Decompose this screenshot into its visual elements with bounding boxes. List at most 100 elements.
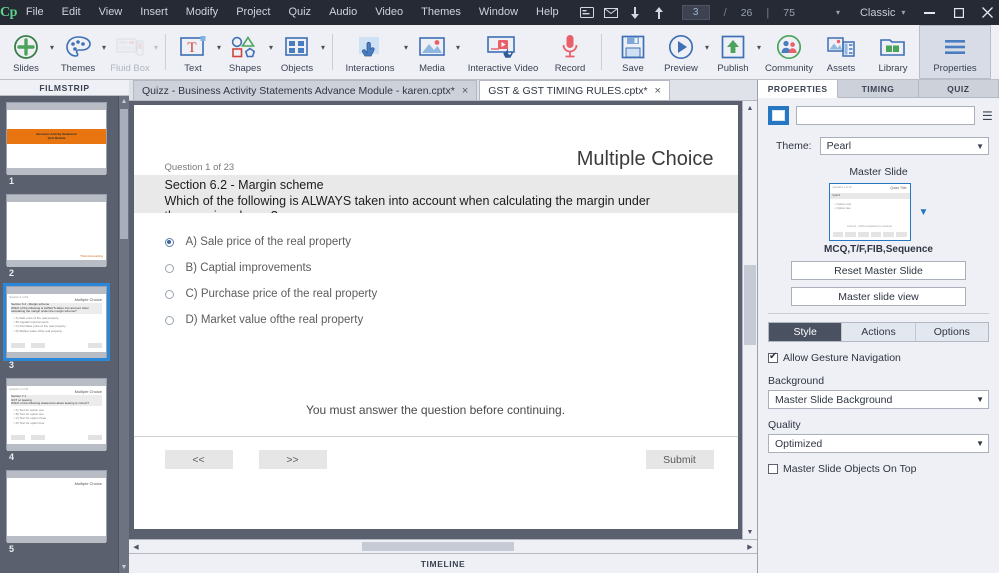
chevron-down-icon[interactable]: ▾	[102, 43, 106, 52]
answer-option-2[interactable]: C) Purchase price of the real property	[164, 285, 377, 303]
toolbar-assets-button[interactable]: Assets	[815, 25, 867, 79]
answer-option-3[interactable]: D) Market value ofthe real property	[164, 311, 378, 329]
radio-button-icon[interactable]	[164, 289, 174, 299]
scroll-down-icon[interactable]: ▼	[119, 562, 129, 573]
filmstrip-slide-1[interactable]: Business Activity Statement Quiz Module 1	[6, 102, 118, 190]
radio-button-icon[interactable]	[164, 263, 174, 273]
menu-themes[interactable]: Themes	[412, 0, 470, 25]
menu-quiz[interactable]: Quiz	[279, 0, 320, 25]
toolbar-save-button[interactable]: Save	[607, 25, 659, 79]
arrow-down-icon[interactable]	[628, 5, 643, 20]
slide-canvas[interactable]: Question 1 of 23 Multiple Choice Section…	[133, 105, 738, 529]
reset-master-slide-button[interactable]: Reset Master Slide	[791, 261, 966, 280]
master-objects-on-top-checkbox[interactable]	[768, 464, 778, 474]
menu-audio[interactable]: Audio	[320, 0, 366, 25]
stage-scroll-up-icon[interactable]: ▲	[743, 101, 757, 115]
master-slide-view-button[interactable]: Master slide view	[791, 287, 966, 306]
radio-button-icon[interactable]	[164, 315, 174, 325]
zoom-chevron-down-icon[interactable]: ▾	[804, 8, 844, 17]
document-tab-1[interactable]: GST & GST TIMING RULES.cptx* ×	[479, 80, 670, 100]
presentation-icon[interactable]	[580, 5, 595, 20]
timeline-panel-header[interactable]: TIMELINE	[129, 553, 757, 573]
menu-file[interactable]: File	[17, 0, 53, 25]
previous-button[interactable]: <<	[164, 450, 233, 469]
menu-insert[interactable]: Insert	[131, 0, 177, 25]
question-text-box[interactable]: Section 6.2 - Margin scheme Which of the…	[133, 175, 738, 213]
menu-project[interactable]: Project	[227, 0, 279, 25]
answer-option-1[interactable]: B) Captial improvements	[164, 259, 378, 277]
panel-tab-quiz[interactable]: QUIZ	[918, 80, 999, 98]
master-objects-on-top-row[interactable]: Master Slide Objects On Top	[768, 463, 989, 475]
toolbar-community-button[interactable]: Community	[763, 25, 815, 79]
filmstrip-slide-5[interactable]: Multiple Choice 5	[6, 470, 118, 558]
filmstrip-slide-3[interactable]: Question 1 of 23 Multiple Choice Section 6…	[3, 283, 118, 374]
document-tab-0[interactable]: Quizz - Business Activity Statements Adv…	[133, 80, 478, 100]
chevron-down-icon[interactable]: ▾	[757, 43, 761, 52]
arrow-up-icon[interactable]	[652, 5, 667, 20]
mail-icon[interactable]	[604, 5, 619, 20]
menu-help[interactable]: Help	[527, 0, 568, 25]
radio-button-icon[interactable]	[164, 237, 174, 247]
toolbar-slides-button[interactable]: Slides ▾	[4, 25, 56, 79]
chevron-down-icon[interactable]: ▾	[321, 43, 325, 52]
filmstrip-slide-2[interactable]: Think Accounting 2	[6, 194, 118, 282]
toolbar-themes-button[interactable]: Themes ▾	[56, 25, 108, 79]
toolbar-text-button[interactable]: T Text ▾	[171, 25, 223, 79]
chevron-down-icon[interactable]: ▾	[50, 43, 54, 52]
chevron-down-icon[interactable]: ▾	[456, 43, 460, 52]
subtab-options[interactable]: Options	[915, 323, 988, 341]
stage-hscroll-thumb[interactable]	[362, 542, 514, 551]
stage-vertical-scrollbar[interactable]: ▲ ▼	[742, 101, 757, 539]
workspace-selector[interactable]: Classic	[860, 7, 897, 19]
stage-scroll-left-icon[interactable]: ◀	[129, 543, 143, 551]
maximize-button[interactable]	[944, 2, 973, 23]
slide-thumbnail[interactable]: Think Accounting	[6, 194, 107, 267]
menu-video[interactable]: Video	[366, 0, 412, 25]
subtab-actions[interactable]: Actions	[842, 323, 916, 341]
stage-scroll-down-icon[interactable]: ▼	[743, 525, 757, 539]
filmstrip-slide-4[interactable]: Question 2 of 23 Multiple Choice Section 7…	[6, 378, 118, 466]
toolbar-library-button[interactable]: Library	[867, 25, 919, 79]
next-button[interactable]: >>	[258, 450, 327, 469]
master-slide-thumbnail[interactable]: Question 1 of 23 Quizz Title Quizz • Opt…	[828, 183, 911, 241]
gesture-navigation-checkbox[interactable]	[768, 351, 778, 363]
slide-name-input[interactable]	[796, 106, 975, 125]
chevron-down-icon[interactable]: ▾	[217, 43, 221, 52]
stage-vscroll-thumb[interactable]	[744, 265, 756, 345]
chevron-down-icon[interactable]: ▾	[154, 43, 158, 52]
chevron-down-icon[interactable]: ▾	[269, 43, 273, 52]
toolbar-publish-button[interactable]: Publish ▾	[711, 25, 763, 79]
filmstrip-scrollbar[interactable]: ▲ ▼	[118, 96, 129, 573]
close-icon[interactable]: ×	[655, 85, 661, 97]
chevron-down-icon[interactable]: ▾	[705, 43, 709, 52]
close-button[interactable]	[973, 2, 999, 23]
subtab-style[interactable]: Style	[769, 323, 843, 341]
quality-select[interactable]: Optimized ▼	[768, 434, 989, 453]
minimize-button[interactable]	[915, 2, 944, 23]
close-icon[interactable]: ×	[462, 85, 468, 97]
stage-horizontal-scrollbar[interactable]: ◀ ▶	[129, 539, 757, 553]
toolbar-shapes-button[interactable]: Shapes ▾	[223, 25, 275, 79]
menu-edit[interactable]: Edit	[53, 0, 90, 25]
stage-scroll-right-icon[interactable]: ▶	[743, 543, 757, 551]
slide-thumbnail[interactable]: Question 2 of 23 Multiple Choice Section 7…	[6, 378, 107, 451]
zoom-level[interactable]: 75	[783, 7, 795, 19]
slide-thumbnail[interactable]: Business Activity Statement Quiz Module	[6, 102, 107, 175]
answer-option-0[interactable]: A) Sale price of the real property	[164, 233, 378, 251]
submit-button[interactable]: Submit	[645, 450, 714, 469]
toolbar-preview-button[interactable]: Preview ▾	[659, 25, 711, 79]
toolbar-interactions-button[interactable]: Interactions ▾	[338, 25, 410, 79]
toolbar-media-button[interactable]: Media ▾	[410, 25, 462, 79]
gesture-navigation-row[interactable]: Allow Gesture Navigation	[768, 351, 989, 364]
slide-thumbnail[interactable]: Question 1 of 23 Multiple Choice Section 6…	[3, 283, 110, 361]
menu-view[interactable]: View	[90, 0, 132, 25]
scroll-up-icon[interactable]: ▲	[119, 96, 129, 107]
panel-tab-properties[interactable]: PROPERTIES	[758, 80, 839, 98]
toolbar-interactive-video-button[interactable]: Interactive Video	[462, 25, 544, 79]
panel-tab-timing[interactable]: TIMING	[838, 80, 919, 98]
workspace-chevron-down-icon[interactable]: ▾	[897, 8, 909, 17]
toolbar-properties-button[interactable]: Properties	[919, 25, 991, 79]
panel-options-menu-icon[interactable]: ☰	[982, 110, 993, 122]
toolbar-record-button[interactable]: Record	[544, 25, 596, 79]
toolbar-objects-button[interactable]: Objects ▾	[275, 25, 327, 79]
